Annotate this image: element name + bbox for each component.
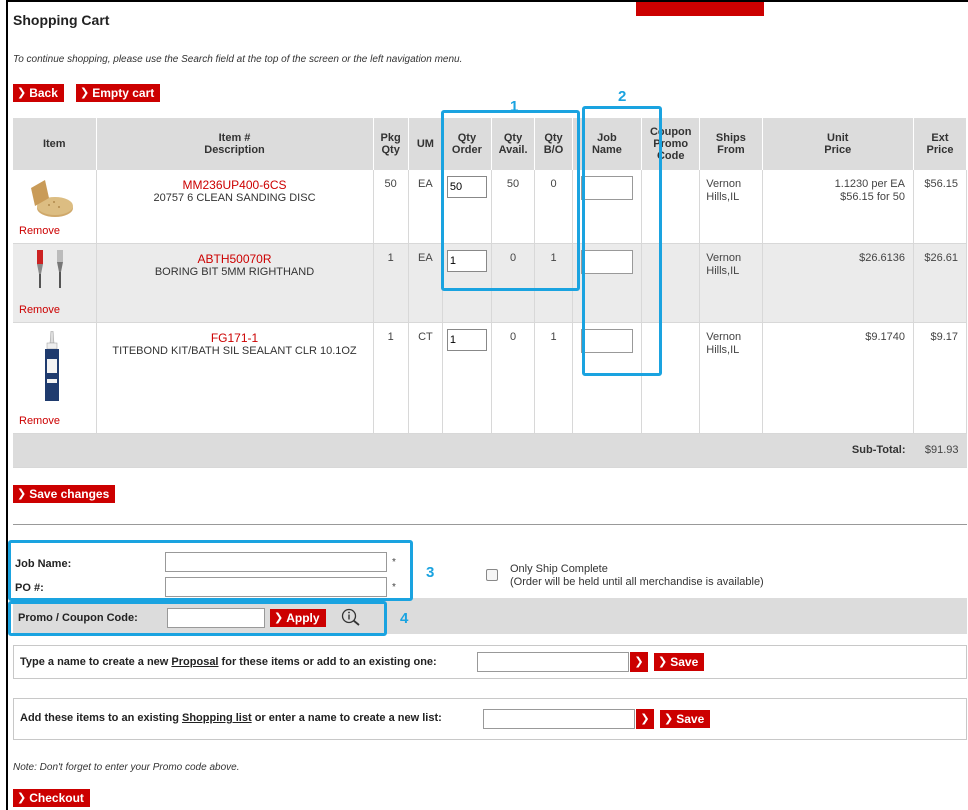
item-image-cell: Remove — [13, 243, 97, 323]
chevron-down-icon[interactable]: ❯ — [630, 652, 648, 672]
um: CT — [408, 322, 444, 434]
item-image-cell: Remove — [13, 322, 97, 434]
col-item: Item — [13, 118, 97, 170]
only-ship-complete-note: (Order will be held until all merchandis… — [510, 576, 764, 588]
col-pkg-qty: Pkg Qty — [373, 118, 409, 170]
only-ship-complete-checkbox[interactable] — [486, 569, 498, 581]
col-um: UM — [408, 118, 444, 170]
remove-link[interactable]: Remove — [19, 304, 60, 316]
ext-price: $56.15 — [913, 170, 968, 244]
proposal-save-button[interactable]: ❯ Save — [654, 653, 705, 671]
chevron-down-icon[interactable]: ❯ — [636, 709, 654, 729]
proposal-instructions: Type a name to create a new Proposal for… — [20, 656, 437, 668]
only-ship-complete-label: Only Ship Complete — [510, 563, 608, 575]
top-cut-off-button[interactable] — [636, 2, 764, 16]
ext-price: $26.61 — [913, 243, 968, 323]
callout-number: 4 — [400, 610, 409, 627]
chevron-right-icon: ❯ — [664, 713, 674, 725]
ext-price: $9.17 — [913, 322, 968, 434]
callout-box-qty — [441, 110, 580, 291]
ships-from: Vernon Hills,IL — [699, 243, 763, 323]
qty-order-cell — [442, 322, 492, 434]
item-sku-link[interactable]: FG171-1 — [98, 331, 372, 345]
unit-price: $9.1740 — [762, 322, 914, 434]
ships-from: Vernon Hills,IL — [699, 322, 763, 434]
ships-from: Vernon Hills,IL — [699, 170, 763, 244]
chevron-right-icon: ❯ — [17, 792, 27, 804]
chevron-right-icon: ❯ — [80, 87, 90, 99]
item-description-cell: ABTH50070R BORING BIT 5MM RIGHTHAND — [96, 243, 374, 323]
callout-box-job-po — [8, 540, 413, 601]
subtotal-row: Sub-Total: $91.93 — [13, 433, 967, 468]
um: EA — [408, 243, 444, 323]
shopping-list-instructions: Add these items to an existing Shopping … — [20, 712, 442, 724]
col-ext-price: Ext Price — [913, 118, 968, 170]
left-border — [6, 0, 8, 810]
callout-number: 1 — [510, 98, 519, 115]
item-description: TITEBOND KIT/BATH SIL SEALANT CLR 10.1OZ — [112, 344, 357, 357]
unit-price: $26.6136 — [762, 243, 914, 323]
callout-box-promo — [8, 601, 387, 636]
col-item-number: Item # Description — [96, 118, 374, 170]
shopping-list-link[interactable]: Shopping list — [182, 712, 252, 724]
checkout-button[interactable]: ❯ Checkout — [13, 789, 90, 807]
item-sku-link[interactable]: MM236UP400-6CS — [98, 178, 372, 192]
promo-reminder-note: Note: Don't forget to enter your Promo c… — [13, 762, 240, 773]
proposal-select[interactable] — [477, 652, 629, 672]
item-description-cell: FG171-1 TITEBOND KIT/BATH SIL SEALANT CL… — [96, 322, 374, 434]
item-description: 20757 6 CLEAN SANDING DISC — [153, 192, 316, 204]
subtotal-label: Sub-Total: — [762, 433, 914, 468]
unit-price: 1.1230 per EA $56.15 for 50 — [762, 170, 914, 244]
subtotal-value: $91.93 — [913, 433, 967, 468]
boring-bit-image — [37, 249, 63, 288]
um: EA — [408, 170, 444, 244]
page-title: Shopping Cart — [13, 12, 110, 28]
shopping-list-select[interactable] — [483, 709, 635, 729]
shopping-list-save-button[interactable]: ❯ Save — [660, 710, 711, 728]
qty-order-input[interactable] — [446, 328, 487, 351]
remove-link[interactable]: Remove — [19, 225, 60, 237]
item-description-cell: MM236UP400-6CS 20757 6 CLEAN SANDING DIS… — [96, 170, 374, 244]
table-row: Remove FG171-1 TITEBOND KIT/BATH SIL SEA… — [13, 322, 968, 434]
item-image-cell: Remove — [13, 170, 97, 244]
chevron-right-icon: ❯ — [658, 656, 668, 668]
chevron-right-icon: ❯ — [17, 87, 27, 99]
col-ships-from: Ships From — [699, 118, 763, 170]
top-border — [6, 0, 968, 2]
callout-number: 2 — [618, 88, 627, 105]
save-changes-button[interactable]: ❯ Save changes — [13, 485, 116, 503]
empty-cart-button[interactable]: ❯ Empty cart — [76, 84, 161, 102]
col-unit-price: Unit Price — [762, 118, 914, 170]
chevron-right-icon: ❯ — [17, 488, 27, 500]
callout-box-job-name — [582, 106, 662, 376]
proposal-link[interactable]: Proposal — [171, 656, 218, 668]
back-button[interactable]: ❯ Back — [13, 84, 64, 102]
qty-avail: 0 — [491, 322, 536, 434]
qty-bo: 1 — [534, 322, 573, 434]
callout-number: 3 — [426, 564, 435, 581]
sanding-disc-image — [31, 180, 73, 217]
item-sku-link[interactable]: ABTH50070R — [98, 252, 372, 266]
pkg-qty: 1 — [373, 322, 409, 434]
pkg-qty: 50 — [373, 170, 409, 244]
divider — [13, 524, 967, 525]
page-instructions: To continue shopping, please use the Sea… — [13, 54, 463, 65]
remove-link[interactable]: Remove — [19, 415, 60, 427]
item-description: BORING BIT 5MM RIGHTHAND — [154, 265, 315, 278]
pkg-qty: 1 — [373, 243, 409, 323]
sealant-tube-image — [45, 330, 59, 401]
